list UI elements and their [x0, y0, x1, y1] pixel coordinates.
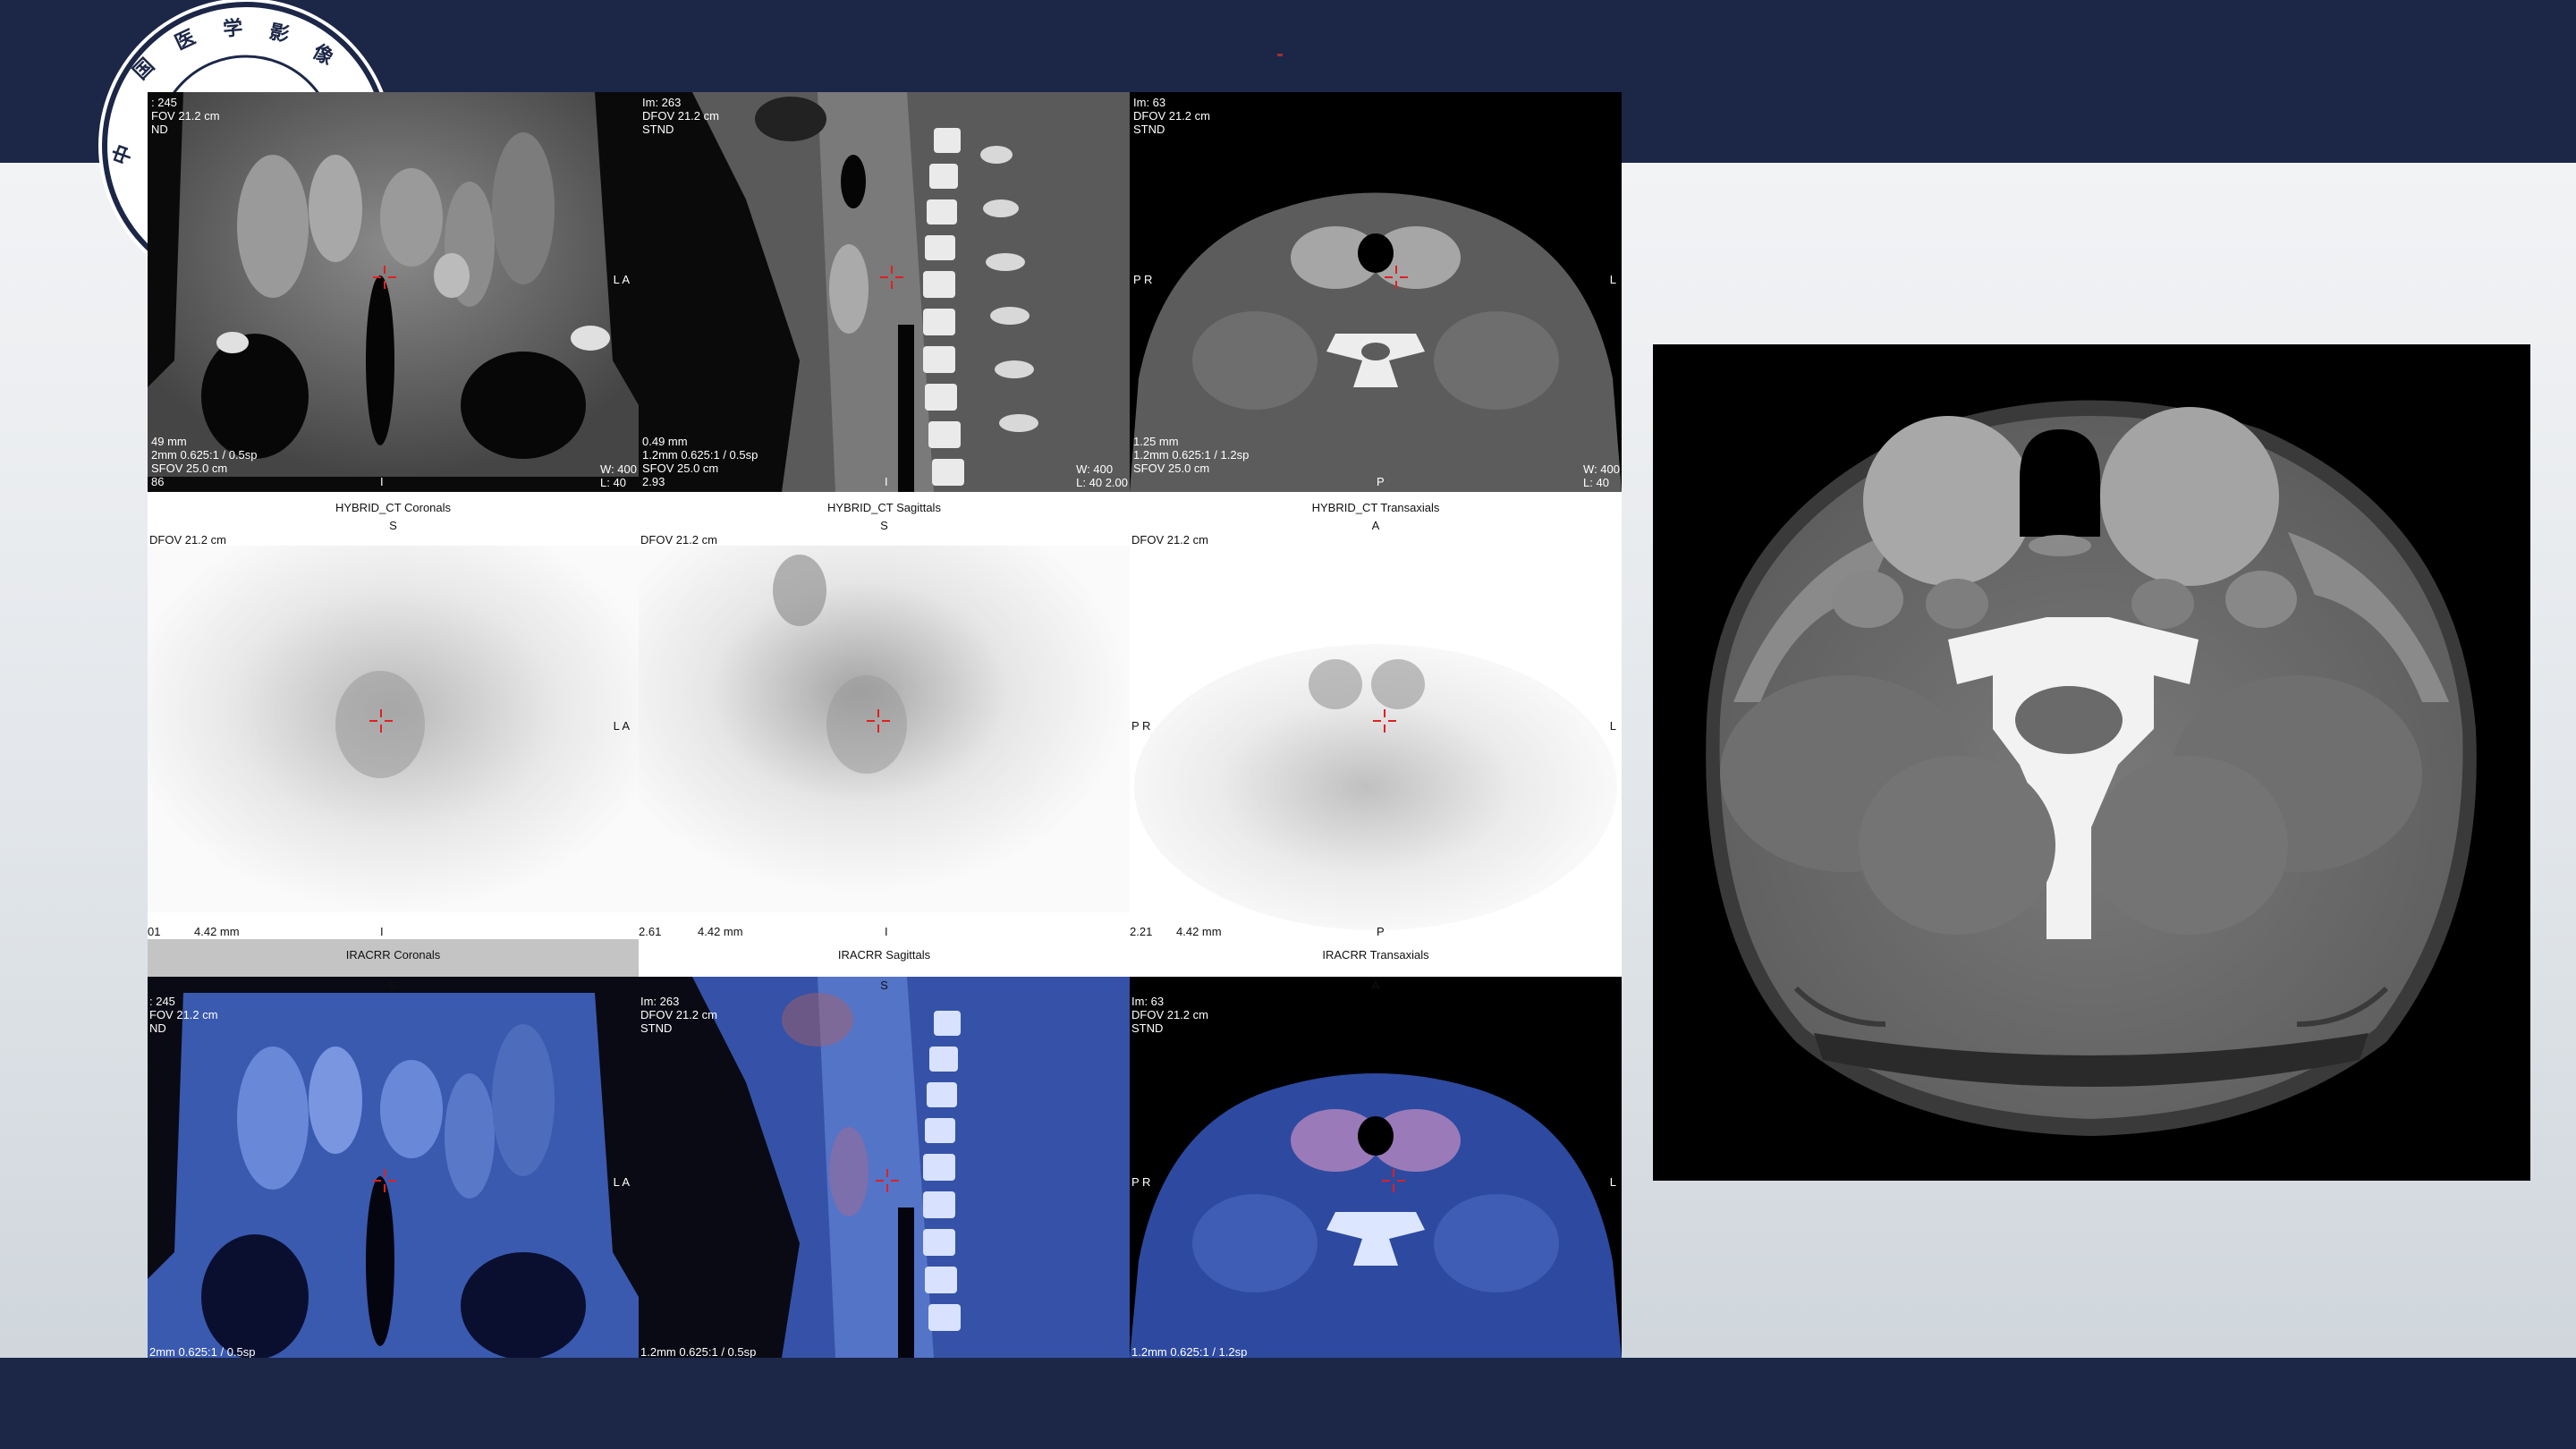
fusion-coronal-title: IRACRR Coronals [345, 948, 441, 962]
ct-transaxial-bottom-orientation: P [1377, 475, 1385, 488]
crosshair-icon [865, 708, 892, 734]
crosshair-icon [1371, 708, 1398, 734]
svg-text:学: 学 [222, 16, 243, 40]
bottom-banner [0, 1358, 2576, 1449]
ct-transaxial-view[interactable]: Im: 63 DFOV 21.2 cm STND P R L 1.25 mm 1… [1130, 92, 1622, 492]
fusion-transaxial-orientation-right: L [1609, 1175, 1616, 1189]
pet-transaxial-top-orientation: A [1371, 519, 1380, 532]
ct-transaxial-window-level: W: 400 L: 40 [1583, 462, 1620, 489]
ct-sagittal-info: Im: 263 DFOV 21.2 cm STND [642, 96, 719, 136]
pet-coronal-bottom-orientation: I [380, 925, 384, 938]
pet-sagittal-view[interactable]: HYBRID_CT Sagittals S DFOV 21.2 cm 2.61 … [639, 492, 1130, 939]
pet-sagittal-dfov: DFOV 21.2 cm [640, 533, 717, 547]
pet-coronal-title: HYBRID_CT Coronals [335, 501, 452, 514]
pet-ct-viewer-grid: : 245 FOV 21.2 cm ND L A 49 mm 2mm 0.625… [148, 92, 1622, 1358]
ct-transaxial-orientation-left: P R [1133, 273, 1153, 286]
ct-coronal-orientation: L A [613, 273, 630, 286]
fusion-sagittal-bottom-info: 1.2mm 0.625:1 / 0.5sp [640, 1345, 757, 1358]
pet-transaxial-dfov: DFOV 21.2 cm [1131, 533, 1208, 547]
fusion-sagittal-view[interactable]: IRACRR Sagittals S Im: 263 DFOV 21.2 cm … [639, 939, 1130, 1358]
fusion-sagittal-title: IRACRR Sagittals [837, 948, 931, 962]
ct-transaxial-info: Im: 63 DFOV 21.2 cm STND [1133, 96, 1210, 136]
pet-coronal-thickness: 4.42 mm [194, 925, 240, 938]
ct-coronal-window-level: W: 400 L: 40 [600, 462, 637, 489]
ct-coronal-info: : 245 FOV 21.2 cm ND [151, 96, 220, 136]
ct-coronal-bottom-orientation: I [380, 475, 384, 488]
pet-sagittal-scale: 2.61 [639, 925, 662, 938]
fusion-coronal-bottom-info: 2mm 0.625:1 / 0.5sp [149, 1345, 256, 1358]
ct-coronal-bottom-info: 49 mm 2mm 0.625:1 / 0.5sp SFOV 25.0 cm 8… [151, 435, 258, 488]
pet-transaxial-title: HYBRID_CT Transaxials [1311, 501, 1440, 514]
fusion-transaxial-info: Im: 63 DFOV 21.2 cm STND [1131, 995, 1208, 1035]
pet-sagittal-thickness: 4.42 mm [698, 925, 743, 938]
crosshair-icon [1380, 1167, 1407, 1194]
pet-row: HYBRID_CT Coronals S DFOV 21.2 cm L A 01… [148, 492, 1622, 939]
fusion-row: IRACRR Coronals S : 245 FOV 21.2 cm ND L… [148, 939, 1622, 1358]
fusion-transaxial-orientation-left: P R [1131, 1175, 1151, 1189]
fusion-transaxial-top-orientation: A [1371, 979, 1380, 992]
pet-sagittal-bottom-orientation: I [885, 925, 888, 938]
fusion-transaxial-view[interactable]: IRACRR Transaxials A Im: 63 DFOV 21.2 cm… [1130, 939, 1622, 1358]
pet-transaxial-orientation-right: L [1609, 719, 1616, 733]
pet-coronal-view[interactable]: HYBRID_CT Coronals S DFOV 21.2 cm L A 01… [148, 492, 639, 939]
pet-transaxial-bottom-orientation: P [1377, 925, 1385, 938]
enlarged-axial-ct-image [1653, 344, 2530, 1181]
ct-transaxial-orientation-right: L [1609, 273, 1616, 286]
pet-sagittal-top-orientation: S [880, 519, 888, 532]
fusion-transaxial-title: IRACRR Transaxials [1322, 948, 1429, 962]
crosshair-icon [371, 1167, 398, 1194]
pet-transaxial-view[interactable]: HYBRID_CT Transaxials A DFOV 21.2 cm P R… [1130, 492, 1622, 939]
red-marker [1277, 54, 1283, 56]
ct-row: : 245 FOV 21.2 cm ND L A 49 mm 2mm 0.625… [148, 92, 1622, 492]
crosshair-icon [1383, 264, 1410, 291]
ct-coronal-view[interactable]: : 245 FOV 21.2 cm ND L A 49 mm 2mm 0.625… [148, 92, 639, 492]
pet-coronal-scale: 01 [148, 925, 161, 938]
fusion-coronal-info: : 245 FOV 21.2 cm ND [149, 995, 218, 1035]
fusion-sagittal-info: Im: 263 DFOV 21.2 cm STND [640, 995, 717, 1035]
fusion-coronal-orientation: L A [613, 1175, 630, 1189]
fusion-transaxial-bottom-info: 1.2mm 0.625:1 / 1.2sp [1131, 1345, 1248, 1358]
pet-transaxial-thickness: 4.42 mm [1176, 925, 1222, 938]
fusion-sagittal-top-orientation: S [880, 979, 888, 992]
crosshair-icon [878, 264, 905, 291]
pet-coronal-dfov: DFOV 21.2 cm [149, 533, 226, 547]
fusion-coronal-view[interactable]: IRACRR Coronals S : 245 FOV 21.2 cm ND L… [148, 939, 639, 1358]
ct-sagittal-bottom-orientation: I [885, 475, 888, 488]
pet-transaxial-orientation-left: P R [1131, 719, 1151, 733]
crosshair-icon [368, 708, 394, 734]
fusion-coronal-top-orientation: S [389, 979, 397, 992]
crosshair-icon [371, 264, 398, 291]
pet-transaxial-scale: 2.21 [1130, 925, 1153, 938]
ct-sagittal-view[interactable]: Im: 263 DFOV 21.2 cm STND 0.49 mm 1.2mm … [639, 92, 1130, 492]
pet-coronal-top-orientation: S [389, 519, 397, 532]
ct-transaxial-bottom-info: 1.25 mm 1.2mm 0.625:1 / 1.2sp SFOV 25.0 … [1133, 435, 1250, 475]
ct-sagittal-window-level: W: 400 L: 40 2.00 [1076, 462, 1128, 489]
crosshair-icon [874, 1167, 901, 1194]
pet-coronal-orientation: L A [613, 719, 630, 733]
ct-sagittal-bottom-info: 0.49 mm 1.2mm 0.625:1 / 0.5sp SFOV 25.0 … [642, 435, 758, 488]
pet-sagittal-title: HYBRID_CT Sagittals [827, 501, 941, 514]
